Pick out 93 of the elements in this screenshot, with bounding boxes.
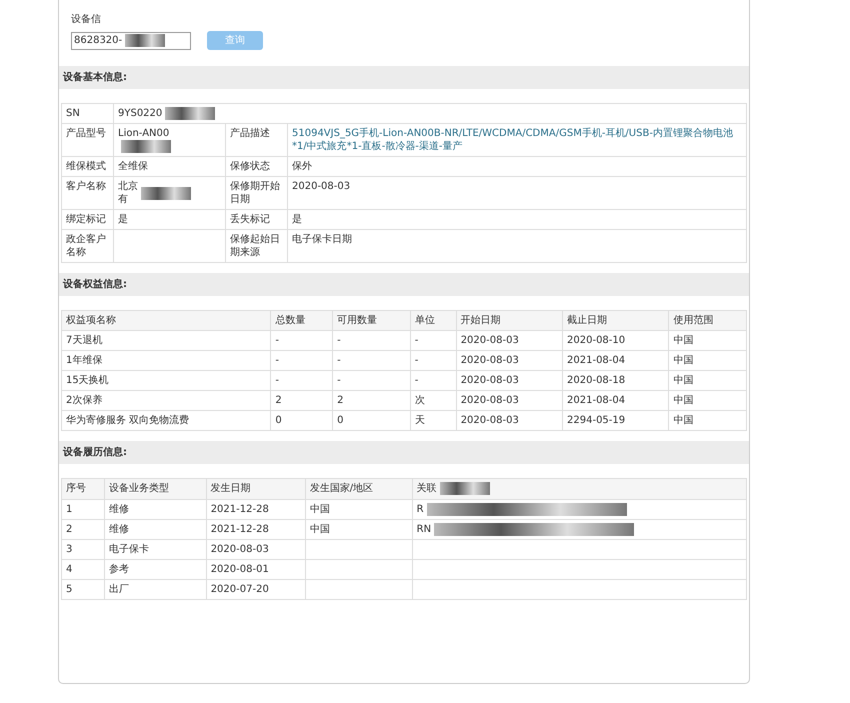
table-cell: 维修 (104, 519, 206, 540)
table-cell: - (410, 330, 456, 351)
field-value-text: 2020-08-03 (292, 181, 350, 192)
table-cell: 中国 (668, 350, 746, 371)
column-header: 发生日期 (206, 478, 306, 500)
table-cell: 4 (62, 560, 104, 580)
table-cell: - (270, 330, 333, 351)
table-cell: 2 (62, 519, 104, 540)
field-label: 产品描述 (226, 124, 288, 157)
table-cell: 1 (62, 499, 104, 520)
table-cell: 2020-08-03 (456, 350, 563, 371)
field-value-text: 9YS0220 (118, 108, 162, 120)
field-value-text: 51094VJS_5G手机-Lion-AN00B-NR/LTE/WCDMA/CDMA/GSM手机-耳机/USB-内置锂聚合物电池*1/中式旅充*1-直板-散冷器-渠道-量产 (292, 128, 733, 152)
field-label: 设备信 (71, 13, 102, 27)
column-header: 截止日期 (562, 310, 669, 331)
column-header: 设备业务类型 (104, 478, 206, 500)
table-cell: 2次保养 (62, 390, 271, 411)
table-cell: 2020-08-10 (562, 330, 669, 351)
column-header-text: 关联 (416, 484, 437, 495)
table-cell: 华为寄修服务 双向免物流费 (62, 410, 271, 431)
field-label: 政企客户名称 (62, 230, 114, 263)
table-cell: 2294-05-19 (562, 410, 669, 431)
field-value-text: 是 (118, 214, 128, 226)
field-label: 产品型号 (62, 124, 114, 157)
table-cell: - (410, 350, 456, 371)
table-cell: 2020-08-18 (562, 370, 669, 391)
table-cell: 1年维保 (62, 350, 271, 371)
table-cell: 中国 (668, 370, 746, 391)
field-label: SN (62, 104, 114, 124)
table-cell: 维修 (104, 499, 206, 520)
table-cell: 中国 (305, 499, 412, 520)
table-cell: - (270, 370, 333, 391)
table-cell: 0 (270, 410, 333, 431)
column-header: 单位 (410, 310, 456, 331)
table-cell: 7天退机 (62, 330, 271, 351)
field-label: 保修起始日期来源 (226, 230, 288, 263)
table-cell: 2 (332, 390, 410, 411)
table-cell: - (332, 370, 410, 391)
table-cell: 2021-12-28 (206, 499, 306, 520)
table-cell: 2020-08-03 (456, 410, 563, 431)
table-cell: 2021-08-04 (562, 350, 669, 371)
field-value-text: 有 (118, 193, 129, 206)
field-value-text: 保外 (292, 161, 312, 172)
field-label: 保修状态 (226, 156, 288, 177)
column-header: 使用范围 (668, 310, 746, 331)
table-cell: 2020-08-03 (456, 370, 563, 391)
table-cell: 中国 (668, 410, 746, 431)
table-cell: 15天换机 (62, 370, 271, 391)
table-cell: 中国 (668, 390, 746, 411)
search-field[interactable]: 8628320- (71, 32, 191, 50)
column-header: 总数量 (270, 310, 333, 331)
table-cell: 2020-08-03 (456, 330, 563, 351)
column-header: 权益项名称 (62, 310, 271, 331)
table-cell: 2020-08-03 (206, 540, 306, 560)
table-cell: 出厂 (104, 580, 206, 600)
column-header: 发生国家/地区 (305, 478, 412, 500)
field-value-text: 全维保 (118, 161, 148, 172)
table-cell: 中国 (305, 519, 412, 540)
table-cell-text: R (416, 504, 424, 515)
column-header: 可用数量 (332, 310, 410, 331)
table-cell: 2020-08-03 (456, 390, 563, 411)
field-label: 丢失标记 (226, 210, 288, 230)
column-header: 开始日期 (456, 310, 563, 331)
table-cell: - (332, 330, 410, 351)
table-cell: 0 (332, 410, 410, 431)
field-value-text: 北京 (118, 180, 138, 194)
table-cell: 2020-07-20 (206, 580, 306, 600)
table-cell: 次 (410, 390, 456, 411)
table-cell: - (270, 350, 333, 371)
table-cell: 2 (270, 390, 333, 411)
section-header: 设备基本信息: (59, 66, 749, 89)
table-cell: 参考 (104, 560, 206, 580)
field-label: 保修期开始日期 (226, 176, 288, 210)
column-header: 序号 (62, 478, 104, 500)
field-label: 客户名称 (62, 176, 114, 210)
table-cell: 电子保卡 (104, 540, 206, 560)
field-value-text: Lion-AN00 (118, 128, 170, 140)
table-cell: 5 (62, 580, 104, 600)
table-cell: 2020-08-01 (206, 560, 306, 580)
table-cell: 3 (62, 540, 104, 560)
table-cell: 2021-12-28 (206, 519, 306, 540)
table-cell: 中国 (668, 330, 746, 351)
table-cell: - (332, 350, 410, 371)
table-cell-text: RN (416, 524, 432, 536)
field-value-text: 是 (292, 214, 302, 226)
section-header: 设备权益信息: (59, 273, 749, 296)
field-value-text: 电子保卡日期 (292, 234, 352, 246)
field-label: 维保模式 (62, 156, 114, 177)
field-label: 绑定标记 (62, 210, 114, 230)
table-cell: 天 (410, 410, 456, 431)
table-cell: 2021-08-04 (562, 390, 669, 411)
table-cell: - (410, 370, 456, 391)
section-header: 设备履历信息: (59, 441, 749, 464)
